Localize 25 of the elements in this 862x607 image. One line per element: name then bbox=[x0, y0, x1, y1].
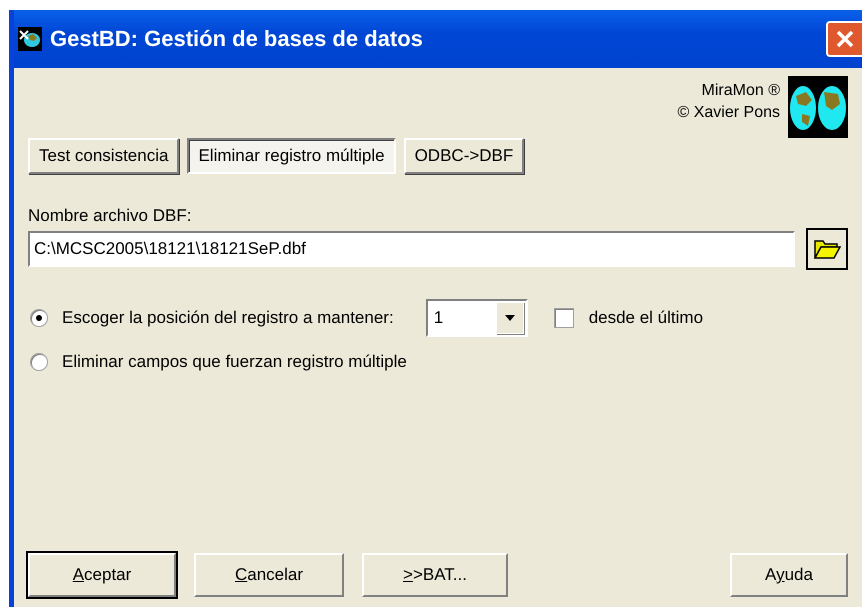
radio-button[interactable] bbox=[30, 309, 48, 327]
tab[interactable]: Test consistencia bbox=[28, 138, 180, 174]
field-label: Nombre archivo DBF: bbox=[28, 206, 192, 226]
browse-button[interactable] bbox=[806, 228, 848, 270]
option-label: Escoger la posición del registro a mantener: bbox=[62, 308, 394, 328]
dialog-button[interactable]: >>BAT... bbox=[362, 553, 508, 597]
position-dropdown[interactable]: 1 bbox=[426, 299, 528, 337]
app-icon bbox=[18, 27, 42, 51]
window-title: GestBD: Gestión de bases de datos bbox=[50, 26, 424, 52]
dialog-button[interactable]: Cancelar bbox=[194, 553, 344, 597]
tab[interactable]: Eliminar registro múltiple bbox=[187, 138, 396, 174]
dialog-button[interactable]: Aceptar bbox=[28, 553, 176, 597]
caret-icon bbox=[504, 314, 516, 322]
credit-text: © Xavier Pons bbox=[678, 103, 780, 123]
close-icon bbox=[835, 29, 855, 49]
checkbox-label: desde el último bbox=[588, 308, 704, 328]
credit-text: MiraMon ® bbox=[702, 81, 780, 101]
checkbox[interactable] bbox=[554, 308, 574, 328]
tab[interactable]: ODBC->DBF bbox=[404, 138, 524, 174]
file-path-field[interactable]: C:\MCSC2005\18121\18121SeP.dbf bbox=[28, 231, 795, 267]
option-label: Eliminar campos que fuerzan registro múltiple bbox=[62, 352, 407, 372]
radio-button[interactable] bbox=[30, 353, 48, 371]
globe-logo-icon bbox=[788, 76, 848, 138]
close-button[interactable] bbox=[826, 21, 862, 57]
help-button[interactable]: Ayuda bbox=[730, 553, 848, 597]
